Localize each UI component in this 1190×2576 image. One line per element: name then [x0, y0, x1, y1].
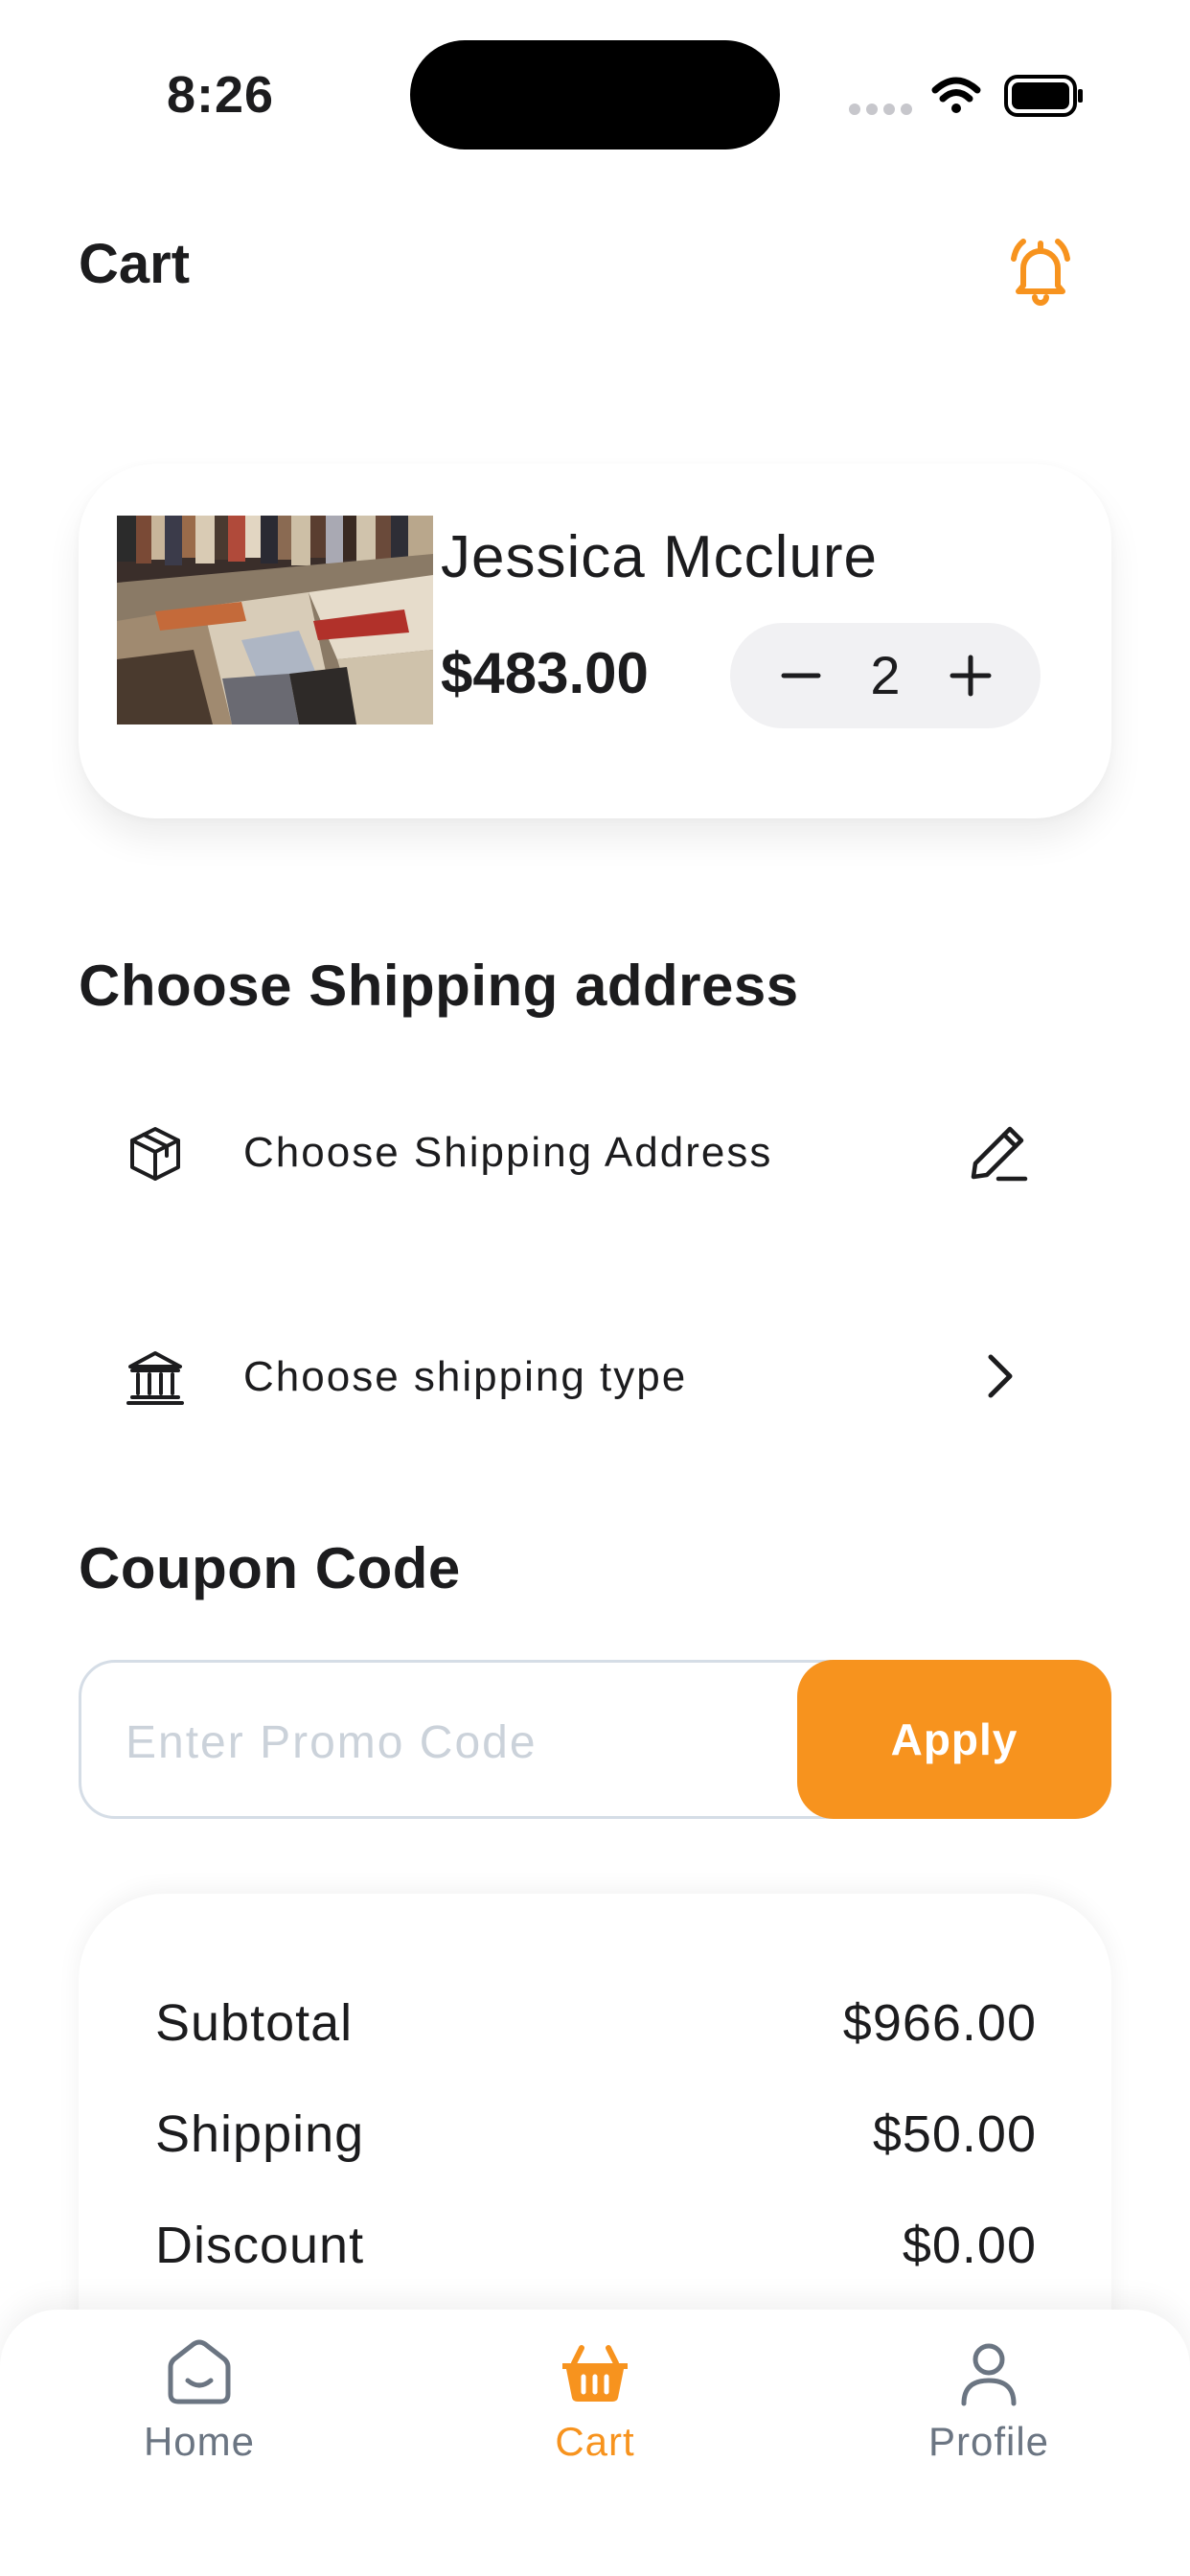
tab-cart[interactable]: Cart: [480, 2334, 710, 2488]
status-icons: [849, 75, 1083, 117]
shipping-address-label: Choose Shipping Address: [243, 1129, 773, 1176]
signal-icon: [849, 104, 912, 115]
status-bar: 8:26: [0, 0, 1190, 192]
bank-building-icon: [126, 1351, 184, 1405]
quantity-stepper: 2: [730, 623, 1041, 728]
battery-icon: [1004, 75, 1083, 117]
discount-value: $0.00: [902, 2217, 1037, 2274]
promo-code-input[interactable]: [126, 1711, 777, 1774]
summary-row-discount: Discount $0.00: [155, 2216, 1037, 2283]
shipping-cost-value: $50.00: [872, 2105, 1037, 2163]
package-box-icon: [130, 1127, 180, 1181]
tab-home-label: Home: [143, 2419, 256, 2464]
tab-cart-label: Cart: [555, 2419, 635, 2464]
user-icon: [961, 2343, 1017, 2406]
shipping-cost-label: Shipping: [155, 2105, 365, 2163]
choose-shipping-type-row[interactable]: Choose shipping type: [79, 1322, 1111, 1428]
tab-profile-label: Profile: [927, 2419, 1050, 2464]
home-icon: [168, 2339, 231, 2404]
tab-profile[interactable]: Profile: [874, 2334, 1104, 2488]
summary-row-shipping: Shipping $50.00: [155, 2104, 1037, 2172]
pencil-edit-icon[interactable]: [960, 1114, 1037, 1190]
status-time: 8:26: [167, 66, 275, 124]
shipping-section-title: Choose Shipping address: [79, 954, 799, 1018]
subtotal-value: $966.00: [842, 1994, 1037, 2052]
summary-row-subtotal: Subtotal $966.00: [155, 1993, 1037, 2060]
apply-promo-button[interactable]: Apply: [797, 1660, 1111, 1819]
discount-label: Discount: [155, 2217, 365, 2274]
product-price: $483.00: [441, 641, 649, 705]
shipping-type-label: Choose shipping type: [243, 1353, 688, 1400]
bottom-tab-bar: Home Cart Profile: [0, 2310, 1190, 2576]
wifi-icon: [931, 77, 981, 113]
dynamic-island: [410, 40, 780, 150]
bell-ringing-icon[interactable]: [1000, 230, 1081, 310]
product-image[interactable]: [117, 516, 433, 724]
cart-item-card: Jessica Mcclure $483.00 2: [79, 464, 1111, 818]
product-name: Jessica Mcclure: [441, 524, 878, 590]
subtotal-label: Subtotal: [155, 1994, 354, 2052]
basket-icon: [562, 2345, 628, 2402]
tab-home[interactable]: Home: [84, 2334, 314, 2488]
chevron-right-icon[interactable]: [960, 1338, 1037, 1414]
coupon-section-title: Coupon Code: [79, 1536, 461, 1600]
increase-quantity-button[interactable]: [918, 623, 1023, 728]
page-title: Cart: [79, 233, 191, 295]
choose-shipping-address-row[interactable]: Choose Shipping Address: [79, 1098, 1111, 1204]
